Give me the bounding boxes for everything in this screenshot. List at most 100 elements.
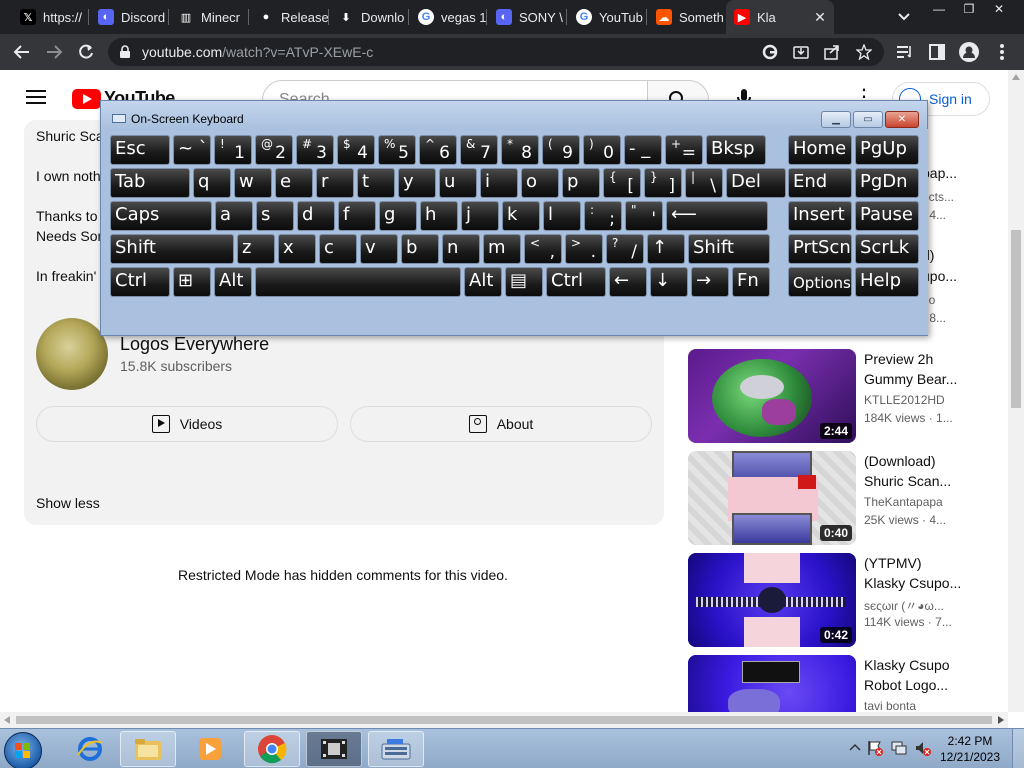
restore-window-button[interactable]: ❐ — [954, 0, 984, 18]
osk-key[interactable]: ~ ` — [173, 135, 211, 165]
osk-key[interactable]: Ctrl — [546, 267, 606, 297]
video-title[interactable]: Preview 2h Gummy Bear... — [864, 349, 964, 389]
osk-key[interactable]: & 7 — [460, 135, 498, 165]
osk-key[interactable]: Tab — [110, 168, 190, 198]
google-lens-icon[interactable] — [760, 42, 780, 62]
horizontal-scroll-thumb[interactable] — [16, 716, 992, 724]
osk-key[interactable]: $4 — [337, 135, 375, 165]
osk-key[interactable]: q — [193, 168, 231, 198]
browser-tab[interactable]: G YouTub — [568, 0, 646, 34]
browser-tab[interactable]: ◐ Discord — [90, 0, 168, 34]
action-center-flag-icon[interactable] — [866, 739, 884, 757]
browser-tab[interactable]: ⬇ Downlo — [330, 0, 408, 34]
videos-button[interactable]: Videos — [36, 406, 338, 442]
osk-key[interactable]: | \ — [685, 168, 723, 198]
osk-key[interactable]: {[ — [603, 168, 641, 198]
osk-key[interactable]: ) 0 — [583, 135, 621, 165]
osk-key[interactable]: + = — [665, 135, 703, 165]
tab-search-icon[interactable] — [894, 6, 914, 26]
horizontal-scrollbar[interactable] — [0, 712, 1008, 728]
osk-key[interactable]: Options — [788, 267, 852, 297]
osk-key[interactable]: Help — [855, 267, 919, 297]
osk-key[interactable]: Caps — [110, 201, 212, 231]
browser-tab[interactable]: Gvegas 1 — [410, 0, 486, 34]
internet-explorer-icon[interactable] — [62, 731, 118, 767]
osk-key[interactable]: Home — [788, 135, 852, 165]
url-text[interactable]: youtube.com/watch?v=ATvP-XEwE-c — [142, 44, 373, 60]
osk-key[interactable]: z — [237, 234, 275, 264]
video-title[interactable]: (Download) Shuric Scan... — [864, 451, 964, 491]
osk-key[interactable]: n — [442, 234, 480, 264]
side-panel-icon[interactable] — [925, 40, 949, 64]
osk-key[interactable]: f — [338, 201, 376, 231]
close-tab-icon[interactable]: ✕ — [812, 9, 828, 25]
osk-key[interactable]: ? / — [606, 234, 644, 264]
share-icon[interactable] — [822, 42, 842, 62]
system-clock[interactable]: 2:42 PM 12/21/2023 — [934, 733, 1006, 765]
osk-key[interactable]: Insert — [788, 201, 852, 231]
osk-key[interactable]: w — [234, 168, 272, 198]
osk-key[interactable]: b — [401, 234, 439, 264]
osk-key[interactable]: s — [256, 201, 294, 231]
osk-key[interactable]: % 5 — [378, 135, 416, 165]
vertical-scroll-thumb[interactable] — [1011, 230, 1021, 408]
osk-key[interactable]: Shift — [688, 234, 770, 264]
video-channel[interactable]: ѕєςωιɾ (〃◕ω... — [864, 597, 944, 614]
osk-key[interactable]: r — [316, 168, 354, 198]
osk-title-bar[interactable]: On-Screen Keyboard ▁ ▭ ✕ — [101, 101, 927, 129]
recommended-video[interactable]: 0:40 (Download) Shuric Scan... TheKantap… — [688, 451, 988, 545]
chrome-icon[interactable] — [244, 731, 300, 767]
osk-key[interactable]: #3 — [296, 135, 334, 165]
back-button[interactable] — [10, 40, 34, 64]
osk-key[interactable]: l — [543, 201, 581, 231]
scroll-left-arrow-icon[interactable] — [4, 716, 10, 724]
osk-key[interactable]: v — [360, 234, 398, 264]
video-thumbnail[interactable]: 0:42 — [688, 553, 856, 647]
video-thumbnail[interactable]: 2:44 — [688, 349, 856, 443]
movie-maker-icon[interactable] — [306, 731, 362, 767]
about-button[interactable]: About — [350, 406, 652, 442]
start-button[interactable] — [4, 732, 42, 768]
forward-button[interactable] — [42, 40, 66, 64]
video-channel[interactable]: TheKantapapa — [864, 495, 943, 509]
lock-icon[interactable] — [118, 45, 132, 59]
channel-avatar[interactable] — [36, 318, 108, 390]
profile-avatar-icon[interactable] — [957, 40, 981, 64]
close-window-button[interactable]: ✕ — [984, 0, 1014, 18]
video-channel[interactable]: tavi bonta — [864, 699, 916, 712]
show-desktop-button[interactable] — [1012, 729, 1024, 768]
browser-tab[interactable]: ▶ Kla ✕ — [726, 0, 834, 34]
osk-key[interactable]: >. — [565, 234, 603, 264]
osk-key[interactable]: Pause — [855, 201, 919, 231]
osk-key[interactable]: j — [461, 201, 499, 231]
network-icon[interactable] — [890, 739, 908, 757]
recommended-video[interactable]: Klasky Csupo Robot Logo... tavi bonta — [688, 655, 988, 712]
video-thumbnail[interactable]: 0:40 — [688, 451, 856, 545]
osk-maximize-button[interactable]: ▭ — [853, 111, 883, 128]
osk-key[interactable]: t — [357, 168, 395, 198]
osk-key[interactable]: PrtScn — [788, 234, 852, 264]
osk-key[interactable]: (9 — [542, 135, 580, 165]
show-hidden-icons-chevron-icon[interactable] — [846, 739, 864, 757]
osk-key[interactable]: i — [480, 168, 518, 198]
osk-key[interactable]: Shift — [110, 234, 234, 264]
osk-key[interactable]: ⊞ — [173, 267, 211, 297]
osk-key[interactable]: c — [319, 234, 357, 264]
osk-minimize-button[interactable]: ▁ — [821, 111, 851, 128]
osk-key[interactable]: x — [278, 234, 316, 264]
osk-key[interactable]: p — [562, 168, 600, 198]
channel-name[interactable]: Logos Everywhere — [120, 334, 269, 355]
on-screen-keyboard-window[interactable]: On-Screen Keyboard ▁ ▭ ✕ Esc ~ `! 1 @2 #3 $4%… — [100, 100, 928, 336]
osk-key[interactable]: u — [439, 168, 477, 198]
recommended-video[interactable]: 0:42 (YTPMV) Klasky Csupo... ѕєςωιɾ (〃◕ω… — [688, 553, 988, 647]
browser-tab[interactable]: ☁ Someth — [648, 0, 724, 34]
osk-key[interactable]: PgUp — [855, 135, 919, 165]
reading-list-icon[interactable] — [893, 40, 917, 64]
osk-key[interactable]: ScrLk — [855, 234, 919, 264]
osk-key[interactable]: ^ 6 — [419, 135, 457, 165]
osk-key[interactable]: ▤ — [505, 267, 543, 297]
osk-key[interactable]: Alt — [214, 267, 252, 297]
osk-key[interactable]: → — [691, 267, 729, 297]
osk-key[interactable]: Fn — [732, 267, 770, 297]
chrome-menu-icon[interactable] — [990, 40, 1014, 64]
